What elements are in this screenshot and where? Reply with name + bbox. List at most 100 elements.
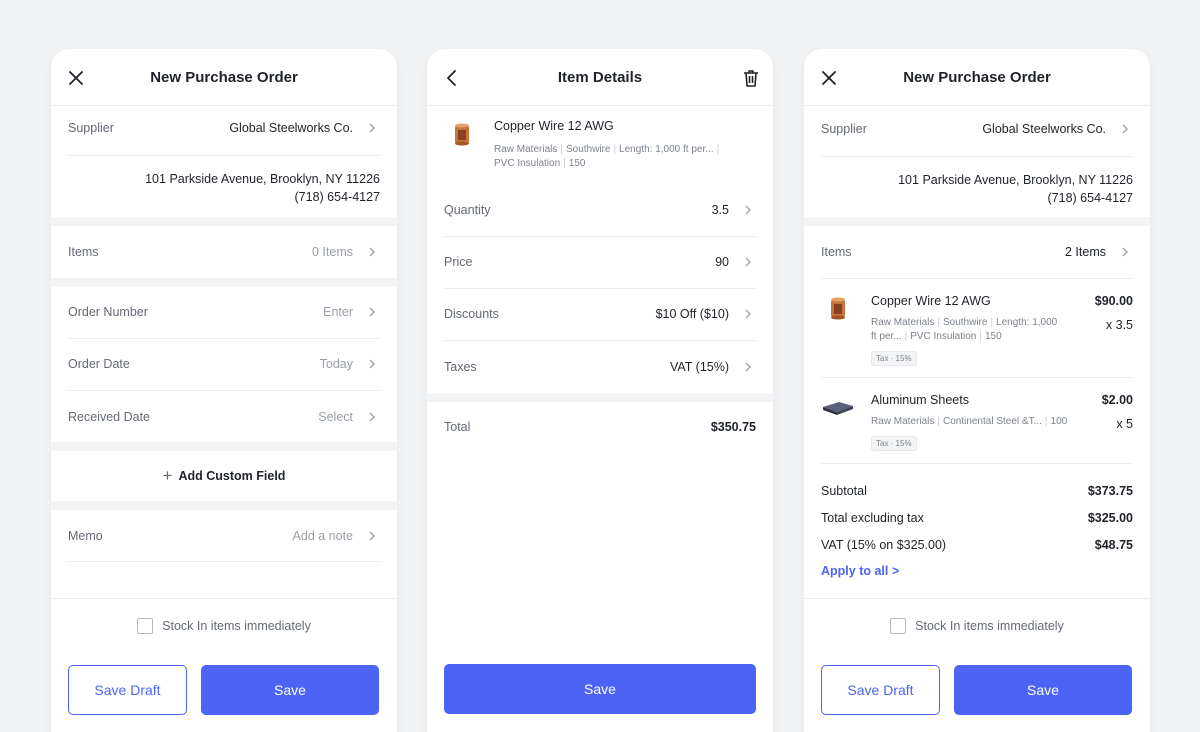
- chevron-right-icon: [745, 309, 751, 319]
- stock-in-checkbox[interactable]: [137, 618, 154, 634]
- order-number-row[interactable]: Order Number Enter: [68, 305, 380, 319]
- save-button[interactable]: Save: [444, 664, 756, 714]
- header: New Purchase Order: [804, 49, 1150, 106]
- item-name: Copper Wire 12 AWG: [871, 294, 991, 308]
- item-quantity: x 3.5: [1105, 318, 1133, 332]
- purchase-order-filled-screen: New Purchase Order Supplier Global Steel…: [804, 49, 1150, 732]
- footer: Stock In items immediately Save Draft Sa…: [804, 598, 1150, 732]
- discounts-row[interactable]: Discounts $10 Off ($10): [444, 307, 756, 321]
- purchase-order-screen: New Purchase Order Supplier Global Steel…: [51, 49, 397, 732]
- tax-badge: Tax · 15%: [871, 351, 917, 366]
- taxes-label: Taxes: [444, 360, 477, 374]
- aluminum-sheets-thumbnail: [823, 402, 853, 415]
- phone-line: (718) 654-4127: [294, 190, 380, 204]
- supplier-label: Supplier: [821, 122, 867, 136]
- excl-tax-label: Total excluding tax: [821, 511, 924, 525]
- received-date-label: Received Date: [68, 410, 150, 424]
- close-icon[interactable]: [820, 69, 838, 87]
- chevron-right-icon: [369, 412, 375, 422]
- item-name: Aluminum Sheets: [871, 393, 969, 407]
- order-date-value: Today: [319, 357, 353, 371]
- supplier-value: Global Steelworks Co.: [229, 121, 353, 135]
- subtotal-label: Subtotal: [821, 484, 867, 498]
- item-meta: Raw Materials | Continental Steel &T... | 10…: [871, 416, 1068, 427]
- chevron-right-icon: [745, 257, 751, 267]
- apply-to-all-link[interactable]: Apply to all >: [821, 564, 899, 578]
- order-date-row[interactable]: Order Date Today: [68, 357, 380, 371]
- page-title: Item Details: [557, 68, 643, 86]
- taxes-row[interactable]: Taxes VAT (15%): [444, 360, 756, 374]
- meta-stock: 100: [1050, 416, 1068, 427]
- add-custom-field-label: Add Custom Field: [178, 469, 286, 483]
- supplier-label: Supplier: [68, 121, 114, 135]
- supplier-value: Global Steelworks Co.: [982, 122, 1106, 136]
- address-line: 101 Parkside Avenue, Brooklyn, NY 11226: [145, 172, 380, 186]
- excl-tax-row: Total excluding tax $325.00: [821, 511, 1133, 525]
- chevron-right-icon: [1122, 247, 1128, 257]
- chevron-left-icon[interactable]: [443, 69, 461, 87]
- meta-category: Raw Materials: [871, 416, 935, 427]
- plus-icon: +: [162, 466, 173, 485]
- stock-in-checkbox[interactable]: [890, 618, 907, 634]
- meta-length: Length: 1,000: [996, 317, 1058, 328]
- chevron-right-icon: [369, 359, 375, 369]
- items-row[interactable]: Items 2 Items: [821, 245, 1133, 259]
- close-icon[interactable]: [67, 69, 85, 87]
- tax-badge: Tax · 15%: [871, 436, 917, 451]
- vat-label: VAT (15% on $325.00): [821, 538, 947, 552]
- stock-in-label: Stock In items immediately: [915, 619, 1064, 633]
- discounts-value: $10 Off ($10): [655, 307, 729, 321]
- supplier-row[interactable]: Supplier Global Steelworks Co.: [68, 121, 380, 135]
- items-row[interactable]: Items 0 Items: [68, 245, 380, 259]
- order-date-label: Order Date: [68, 357, 130, 371]
- price-value: 90: [715, 255, 729, 269]
- chevron-right-icon: [745, 205, 751, 215]
- vat-value: $48.75: [1094, 538, 1133, 552]
- meta-length: Length: 1,000 ft per...: [619, 144, 714, 155]
- save-button[interactable]: Save: [201, 665, 379, 715]
- supplier-address: 101 Parkside Avenue, Brooklyn, NY 11226 …: [145, 170, 380, 206]
- save-draft-button[interactable]: Save Draft: [68, 665, 187, 715]
- price-row[interactable]: Price 90: [444, 255, 756, 269]
- received-date-row[interactable]: Received Date Select: [68, 410, 380, 424]
- items-label: Items: [68, 245, 99, 259]
- stock-in-option: Stock In items immediately: [804, 618, 1150, 634]
- meta-supplier: Southwire: [565, 144, 611, 155]
- meta-stock: 150: [984, 331, 1002, 342]
- save-draft-button[interactable]: Save Draft: [821, 665, 940, 715]
- meta-category: Raw Materials: [871, 317, 935, 328]
- quantity-value: 3.5: [711, 203, 729, 217]
- item-quantity: x 5: [1116, 417, 1133, 431]
- item-price: $2.00: [1101, 393, 1133, 407]
- subtotal-value: $373.75: [1087, 484, 1133, 498]
- order-number-label: Order Number: [68, 305, 148, 319]
- order-number-value: Enter: [323, 305, 353, 319]
- quantity-row[interactable]: Quantity 3.5: [444, 203, 756, 217]
- chevron-right-icon: [369, 307, 375, 317]
- supplier-row[interactable]: Supplier Global Steelworks Co.: [821, 122, 1133, 136]
- page-title: New Purchase Order: [150, 68, 298, 86]
- add-custom-field-button[interactable]: + Add Custom Field: [51, 466, 397, 485]
- quantity-label: Quantity: [444, 203, 491, 217]
- subtotal-row: Subtotal $373.75: [821, 484, 1133, 498]
- phone-line: (718) 654-4127: [1047, 191, 1133, 205]
- chevron-right-icon: [1122, 124, 1128, 134]
- item-details-screen: Item Details Copper Wire 12 AWG Raw Mate…: [427, 49, 773, 732]
- address-line: 101 Parkside Avenue, Brooklyn, NY 11226: [898, 173, 1133, 187]
- memo-row[interactable]: Memo Add a note: [68, 529, 380, 543]
- item-name: Copper Wire 12 AWG: [494, 119, 614, 133]
- trash-icon[interactable]: [741, 68, 761, 88]
- header: New Purchase Order: [51, 49, 397, 106]
- footer: Stock In items immediately Save Draft Sa…: [51, 598, 397, 732]
- meta-insulation: PVC Insulation: [910, 331, 977, 342]
- chevron-right-icon: [369, 123, 375, 133]
- meta-supplier: Southwire: [942, 317, 988, 328]
- copper-wire-thumbnail: [831, 297, 845, 320]
- price-label: Price: [444, 255, 473, 269]
- discounts-label: Discounts: [444, 307, 499, 321]
- item-meta: Raw Materials | Southwire | Length: 1,000 ft…: [494, 144, 720, 169]
- items-label: Items: [821, 245, 852, 259]
- save-button[interactable]: Save: [954, 665, 1132, 715]
- total-row: Total $350.75: [444, 420, 756, 434]
- memo-value: Add a note: [292, 529, 353, 543]
